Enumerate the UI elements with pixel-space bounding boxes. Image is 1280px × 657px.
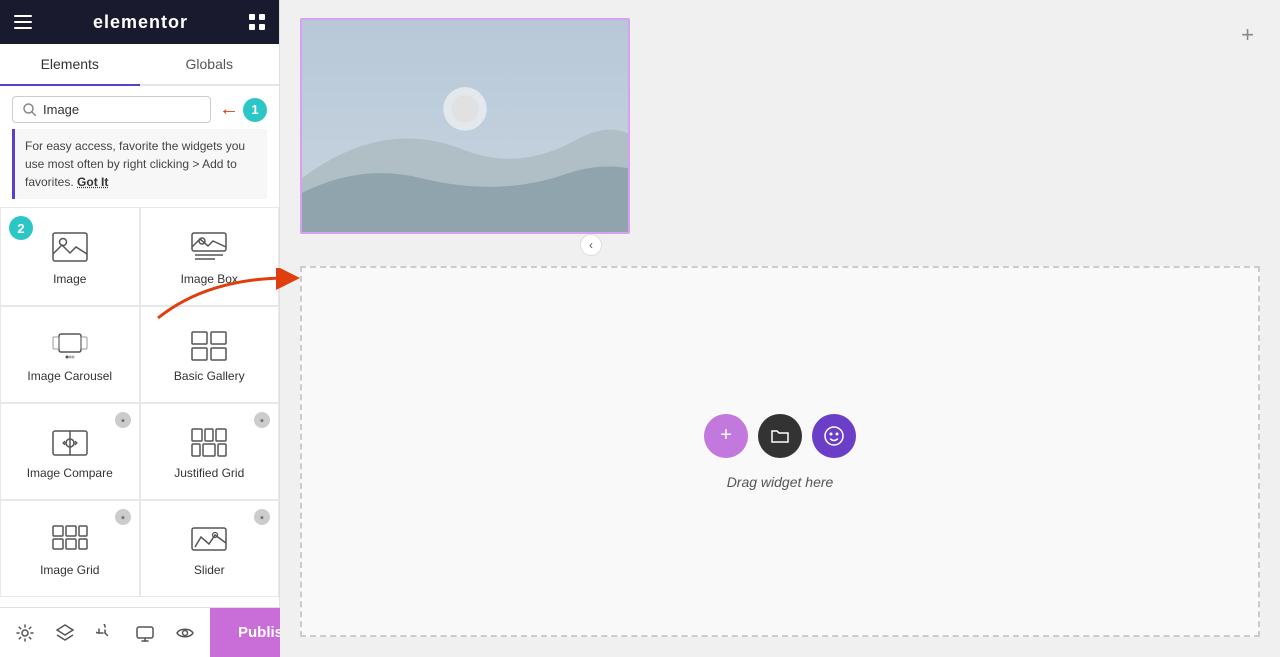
eye-icon[interactable] <box>170 618 200 648</box>
bottom-toolbar: Publish ▲ <box>0 607 279 657</box>
widget-image-carousel[interactable]: Image Carousel <box>0 306 140 403</box>
hamburger-icon[interactable] <box>14 15 32 29</box>
info-banner: For easy access, favorite the widgets yo… <box>12 129 267 199</box>
widget-image-grid[interactable]: ★ Image Grid <box>0 500 140 597</box>
drop-text: Drag widget here <box>727 474 834 490</box>
pro-badge-image-compare: ★ <box>115 412 131 428</box>
image-carousel-icon <box>52 331 88 361</box>
got-it-link[interactable]: Got It <box>77 175 108 189</box>
info-text: For easy access, favorite the widgets yo… <box>25 139 245 189</box>
ai-button[interactable] <box>812 414 856 458</box>
basic-gallery-icon <box>191 331 227 361</box>
svg-text:★: ★ <box>259 418 264 425</box>
settings-icon[interactable] <box>10 618 40 648</box>
svg-text:★: ★ <box>259 515 264 522</box>
svg-text:★: ★ <box>120 418 125 425</box>
responsive-icon[interactable] <box>130 618 160 648</box>
search-icon <box>23 103 36 116</box>
layers-icon[interactable] <box>50 618 80 648</box>
grid-icon[interactable] <box>249 14 265 30</box>
canvas-area: + ‹ + <box>280 0 1280 657</box>
red-arrow-1: ← <box>219 98 239 121</box>
widget-image-box[interactable]: Image Box <box>140 207 280 306</box>
image-compare-icon <box>52 428 88 458</box>
add-section-icon[interactable]: + <box>1241 22 1254 48</box>
pro-badge-justified-grid: ★ <box>254 412 270 428</box>
widget-image-grid-label: Image Grid <box>40 563 99 577</box>
tabs-row: Elements Globals <box>0 44 279 86</box>
search-box <box>12 96 211 123</box>
search-input[interactable] <box>43 102 200 117</box>
collapse-panel-btn-row: ‹ <box>290 244 1270 256</box>
widgets-grid: 2 Image Image Box <box>0 207 279 657</box>
widget-slider-label: Slider <box>194 563 225 577</box>
slider-icon <box>191 525 227 555</box>
add-template-button[interactable] <box>758 414 802 458</box>
widget-image-carousel-label: Image Carousel <box>27 369 112 383</box>
widget-image-compare[interactable]: ★ Image Compare <box>0 403 140 500</box>
justified-grid-icon <box>191 428 227 458</box>
widget-basic-gallery-label: Basic Gallery <box>174 369 245 383</box>
elementor-logo: elementor <box>93 12 188 33</box>
widget-image[interactable]: 2 Image <box>0 207 140 306</box>
widget-image-box-label: Image Box <box>181 272 238 286</box>
svg-text:★: ★ <box>120 515 125 522</box>
drop-zone[interactable]: + Drag widge <box>300 266 1260 637</box>
widget-justified-grid-label: Justified Grid <box>174 466 244 480</box>
tab-elements[interactable]: Elements <box>0 44 140 86</box>
collapse-panel-button[interactable]: ‹ <box>580 234 602 256</box>
toolbar-icons-group <box>0 608 210 657</box>
image-icon <box>52 232 88 264</box>
tab-globals[interactable]: Globals <box>140 44 280 84</box>
step-badge-2: 2 <box>9 216 33 240</box>
image-grid-icon <box>52 525 88 555</box>
widget-slider[interactable]: ★ Slider <box>140 500 280 597</box>
image-box-icon <box>191 232 227 264</box>
search-row: ← 1 <box>0 86 279 129</box>
main-canvas: + ‹ + <box>280 0 1280 657</box>
add-widget-button[interactable]: + <box>704 414 748 458</box>
drop-section: + Drag widge <box>300 266 1260 637</box>
widget-image-compare-label: Image Compare <box>27 466 113 480</box>
canvas-empty-right: + <box>640 10 1270 225</box>
panel-header: elementor <box>0 0 279 44</box>
image-widget-preview[interactable] <box>300 18 630 234</box>
pro-badge-image-grid: ★ <box>115 509 131 525</box>
widget-justified-grid[interactable]: ★ Justified Grid <box>140 403 280 500</box>
widget-basic-gallery[interactable]: Basic Gallery <box>140 306 280 403</box>
drop-action-buttons: + <box>704 414 856 458</box>
widget-image-label: Image <box>53 272 86 286</box>
canvas-row-1: + <box>290 10 1270 234</box>
step-badge-1: 1 <box>243 98 267 122</box>
pro-badge-slider: ★ <box>254 509 270 525</box>
history-icon[interactable] <box>90 618 120 648</box>
left-panel: elementor Elements Globals <box>0 0 280 657</box>
annotation-badge-1: ← 1 <box>217 98 267 122</box>
